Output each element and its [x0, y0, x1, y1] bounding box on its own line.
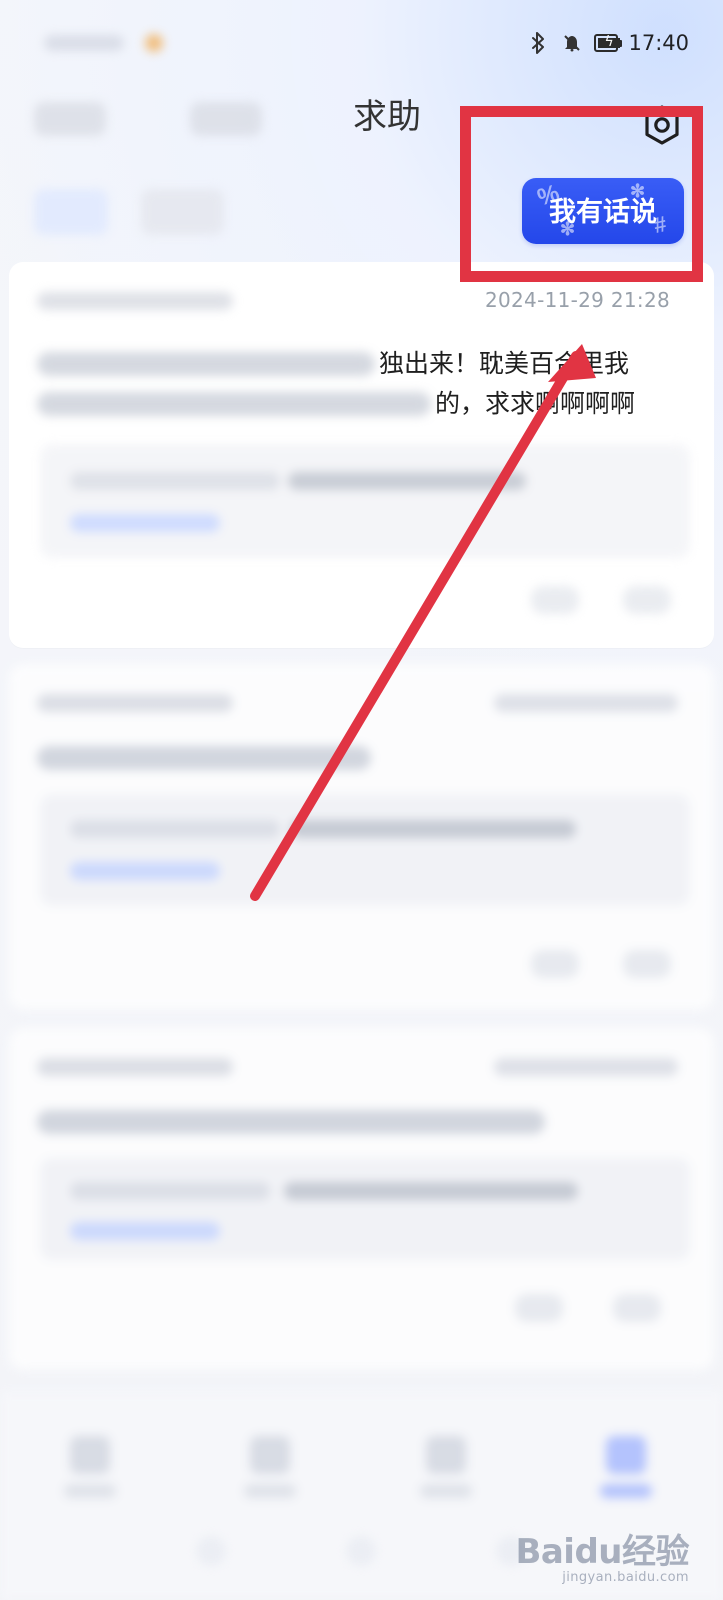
- post-timestamp-blurred: [494, 694, 678, 712]
- notification-dot: [145, 34, 163, 52]
- bottom-nav-label: [244, 1484, 296, 1498]
- like-icon[interactable]: [613, 1294, 661, 1322]
- post-title-blurred-part: [37, 392, 431, 416]
- quote-link[interactable]: [70, 1222, 220, 1240]
- post-card[interactable]: [9, 1028, 714, 1370]
- post-meta-blurred: [37, 292, 233, 310]
- back-icon[interactable]: [196, 1536, 226, 1566]
- quote-link[interactable]: [70, 862, 220, 880]
- home-icon: [70, 1436, 110, 1474]
- bottom-nav-label: [600, 1484, 652, 1498]
- like-icon[interactable]: [623, 950, 671, 978]
- post-timestamp: 2024-11-29 21:28: [484, 288, 670, 312]
- watermark-main: Baidu经验: [515, 1532, 689, 1572]
- filter-chip-inactive[interactable]: [141, 189, 224, 235]
- status-bar: ϟ 17:40: [0, 0, 723, 86]
- post-title-blurred: [37, 746, 371, 770]
- post-title-blurred-part: [37, 352, 375, 376]
- post-meta-blurred: [37, 694, 233, 712]
- quoted-answer-box: [40, 794, 690, 906]
- highlight-box: [460, 106, 703, 282]
- quote-line: [284, 1182, 578, 1200]
- bottom-nav-item[interactable]: [240, 1436, 300, 1508]
- community-icon: [606, 1436, 646, 1474]
- watermark-sub: jingyan.baidu.com: [562, 1570, 689, 1585]
- bottom-nav-label: [64, 1484, 116, 1498]
- bottom-nav-item[interactable]: [60, 1436, 120, 1508]
- quoted-answer-box: [40, 444, 690, 558]
- tab-2-blurred[interactable]: [190, 102, 262, 136]
- tab-1-blurred[interactable]: [34, 102, 106, 136]
- bottom-nav-label: [420, 1484, 472, 1498]
- comment-icon[interactable]: [531, 950, 579, 978]
- quoted-answer-box: [40, 1158, 690, 1260]
- post-card[interactable]: [9, 664, 714, 1010]
- bottom-nav-item-active[interactable]: [596, 1436, 656, 1508]
- filter-chip-active[interactable]: [34, 189, 108, 235]
- battery-bolt-icon: ϟ: [604, 34, 614, 50]
- comment-icon[interactable]: [531, 586, 579, 614]
- post-title-line-1: 独出来！耽美百合里我: [379, 349, 630, 378]
- status-time: 17:40: [628, 31, 689, 55]
- post-card[interactable]: 2024-11-29 21:28 独出来！耽美百合里我 的，求求啊啊啊啊: [9, 262, 714, 648]
- battery-shape: ϟ: [594, 34, 623, 52]
- quote-link[interactable]: [70, 514, 220, 532]
- quote-line: [288, 472, 526, 490]
- post-meta-blurred: [37, 1058, 233, 1076]
- tab-help[interactable]: 求助: [353, 96, 421, 138]
- post-timestamp-blurred: [494, 1058, 678, 1076]
- like-icon[interactable]: [623, 586, 671, 614]
- bluetooth-icon: [526, 31, 550, 55]
- status-left-blurred-content: [44, 35, 124, 51]
- mute-icon: [560, 31, 584, 55]
- quote-line: [70, 820, 280, 838]
- battery-charging-icon: ϟ: [594, 31, 623, 55]
- post-title-line-2: 的，求求啊啊啊啊: [435, 389, 636, 418]
- bottom-nav-item[interactable]: [416, 1436, 476, 1508]
- quote-line: [70, 1182, 270, 1200]
- bookshelf-icon: [426, 1436, 466, 1474]
- home-button-icon[interactable]: [346, 1536, 376, 1566]
- status-right-group: ϟ 17:40: [526, 28, 689, 58]
- quote-line: [290, 820, 576, 838]
- post-title-blurred: [37, 1110, 545, 1134]
- comment-icon[interactable]: [515, 1294, 563, 1322]
- discover-icon: [250, 1436, 290, 1474]
- watermark: Baidu经验 jingyan.baidu.com: [515, 1534, 689, 1586]
- quote-line: [70, 472, 280, 490]
